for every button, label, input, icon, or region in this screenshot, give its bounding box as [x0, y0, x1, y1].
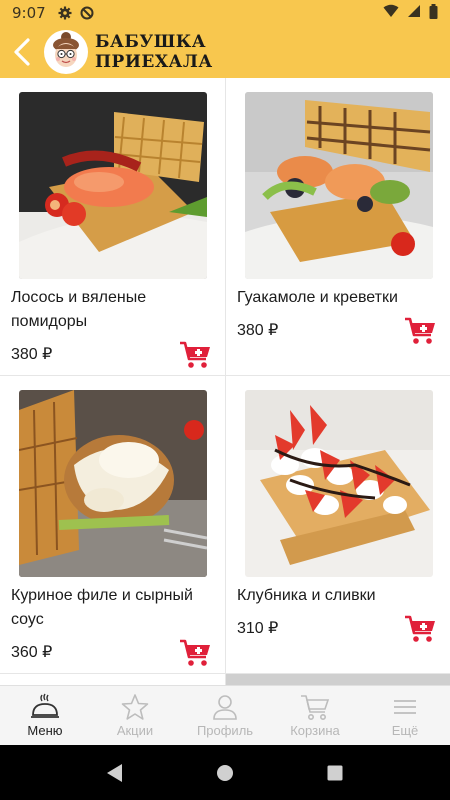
product-name: Лосось и вяленые помидоры: [11, 289, 147, 330]
nav-label: Меню: [27, 723, 63, 738]
wifi-icon: [383, 4, 399, 22]
product-card[interactable]: Клубника и сливки 310 ₽: [225, 376, 450, 674]
person-icon: [213, 695, 237, 720]
status-time: 9:07: [12, 4, 46, 22]
brand-title: БАБУШКА ПРИЕХАЛА: [95, 32, 213, 72]
product-card[interactable]: Лосось и вяленые помидоры 380 ₽: [0, 78, 225, 376]
back-triangle-icon: [107, 763, 122, 782]
nav-label: Ещё: [391, 723, 419, 738]
nav-item-cart[interactable]: Корзина: [270, 686, 360, 745]
nav-item-more[interactable]: Ещё: [360, 686, 450, 745]
waffle-chicken-cheese-sauce-photo: [19, 390, 207, 577]
product-price: 310 ₽: [237, 620, 279, 637]
nav-label: Корзина: [290, 723, 340, 738]
home-circle-icon: [217, 764, 233, 781]
product-name: Клубника и сливки: [237, 587, 376, 604]
waffle-guacamole-shrimp-photo: [245, 92, 433, 279]
system-recents-button[interactable]: [315, 753, 355, 793]
data-saver-icon: [80, 6, 94, 20]
back-arrow-icon: [14, 38, 30, 66]
nav-item-profile[interactable]: Профиль: [180, 686, 270, 745]
cart-add-icon: [405, 317, 435, 344]
nav-item-promotions[interactable]: Акции: [90, 686, 180, 745]
cart-icon: [301, 695, 330, 720]
product-card[interactable]: Гуакамоле и креветки 380 ₽: [225, 78, 450, 376]
status-bar: 9:07: [0, 0, 450, 26]
cart-add-icon: [180, 341, 210, 368]
waffle-strawberry-cream-photo: [245, 390, 433, 577]
signal-icon: [407, 4, 421, 22]
menu-icon: [394, 700, 416, 714]
add-to-cart-button[interactable]: [404, 316, 438, 346]
product-price: 380 ₽: [11, 346, 53, 363]
nav-label: Акции: [116, 723, 154, 738]
brand-line-2: ПРИЕХАЛА: [95, 52, 213, 72]
nav-label: Профиль: [196, 723, 254, 738]
app-bar: БАБУШКА ПРИЕХАЛА: [0, 26, 450, 78]
battery-icon: [429, 3, 438, 23]
system-back-button[interactable]: [95, 753, 135, 793]
waffle-salmon-tomatoes-photo: [19, 92, 207, 279]
cart-add-icon: [405, 615, 435, 642]
product-price: 360 ₽: [11, 644, 53, 661]
nav-item-menu[interactable]: Меню: [0, 686, 90, 745]
cart-add-icon: [180, 639, 210, 666]
brand-line-1: БАБУШКА: [95, 32, 207, 52]
add-to-cart-button[interactable]: [179, 638, 213, 668]
bottom-nav: Меню Акции Профиль Корзина Ещё: [0, 685, 450, 745]
recents-square-icon: [327, 765, 343, 780]
product-grid: Лосось и вяленые помидоры 380 ₽ Гуакамол…: [0, 78, 450, 685]
product-price: 380 ₽: [237, 322, 279, 339]
next-product-photo-partial: [225, 674, 450, 685]
product-name: Куриное филе и сырный соус: [11, 587, 193, 628]
back-button[interactable]: [0, 26, 44, 78]
add-to-cart-button[interactable]: [179, 340, 213, 370]
system-home-button[interactable]: [205, 753, 245, 793]
product-name: Гуакамоле и креветки: [237, 289, 398, 306]
gear-icon: [58, 6, 72, 20]
star-icon: [121, 694, 149, 720]
cloche-icon: [31, 693, 59, 718]
grandma-logo: [44, 30, 88, 74]
system-nav-bar: [0, 745, 450, 800]
product-card[interactable]: Куриное филе и сырный соус 360 ₽: [0, 376, 225, 674]
add-to-cart-button[interactable]: [404, 614, 438, 644]
